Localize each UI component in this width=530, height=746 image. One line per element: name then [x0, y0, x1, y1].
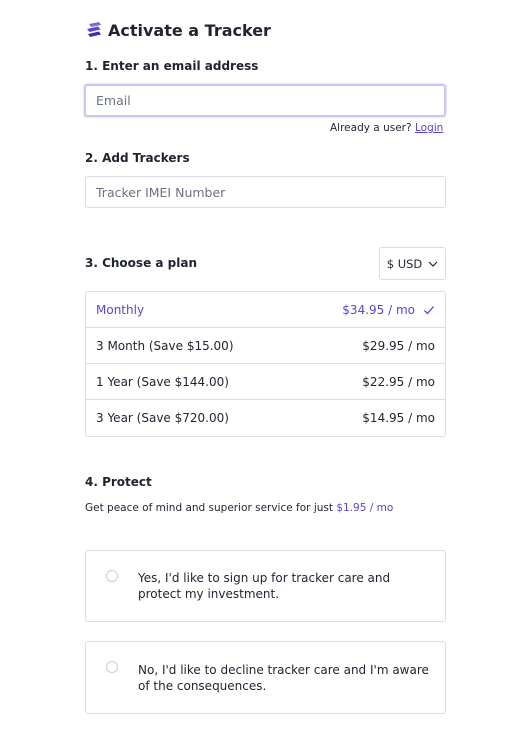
plan-row-3-year[interactable]: 3 Year (Save $720.00) $14.95 / mo — [86, 400, 445, 436]
plan-price: $22.95 / mo — [362, 374, 435, 389]
accept-option-line1: Yes, I'd like to sign up for tracker car… — [138, 571, 391, 585]
plan-row-3-month[interactable]: 3 Month (Save $15.00) $29.95 / mo — [86, 328, 445, 364]
plan-price: $34.95 / mo — [342, 302, 415, 317]
plan-section-label: 3. Choose a plan — [85, 256, 198, 270]
currency-select[interactable]: $ USD — [379, 247, 446, 280]
page-title: Activate a Tracker — [108, 20, 271, 40]
plan-price: $14.95 / mo — [362, 411, 435, 425]
accept-option-text: Yes, I'd like to sign up for tracker car… — [138, 570, 390, 602]
imei-input[interactable] — [85, 176, 446, 208]
decline-radio[interactable] — [106, 661, 118, 673]
protect-option-decline[interactable]: No, I'd like to decline tracker care and… — [85, 641, 446, 714]
decline-option-line2: of the consequences. — [138, 679, 267, 693]
email-input[interactable] — [84, 84, 446, 117]
login-link[interactable]: Login — [415, 122, 443, 134]
protect-description-text: Get peace of mind and superior service f… — [85, 502, 333, 514]
protect-description: Get peace of mind and superior service f… — [85, 502, 393, 514]
accept-radio[interactable] — [106, 570, 118, 582]
plan-table: Monthly $34.95 / mo 3 Month (Save $15.00… — [85, 291, 446, 437]
plan-price: $29.95 / mo — [362, 338, 435, 353]
checkmark-icon — [424, 305, 434, 314]
plan-name: 3 Year (Save $720.00) — [96, 411, 229, 425]
page-header: Activate a Tracker — [84, 18, 271, 42]
protect-price: $1.95 / mo — [336, 502, 394, 514]
already-user-text: Already a user? — [330, 122, 412, 134]
plan-row-monthly[interactable]: Monthly $34.95 / mo — [86, 292, 445, 328]
currency-value: $ USD — [386, 256, 423, 271]
plan-row-1-year[interactable]: 1 Year (Save $144.00) $22.95 / mo — [86, 364, 445, 400]
plan-name: 3 Month (Save $15.00) — [96, 338, 234, 353]
protect-option-accept[interactable]: Yes, I'd like to sign up for tracker car… — [85, 550, 446, 622]
email-section-label: 1. Enter an email address — [85, 59, 259, 73]
trackers-section-label: 2. Add Trackers — [85, 151, 190, 165]
layers-logo-icon — [87, 22, 101, 37]
plan-name: Monthly — [96, 302, 145, 317]
decline-option-line1: No, I'd like to decline tracker care and… — [138, 663, 429, 677]
protect-section-label: 4. Protect — [85, 475, 152, 489]
chevron-down-icon — [428, 261, 438, 267]
accept-option-line2: protect my investment. — [138, 587, 280, 601]
plan-name: 1 Year (Save $144.00) — [96, 374, 229, 389]
decline-option-text: No, I'd like to decline tracker care and… — [138, 662, 429, 694]
